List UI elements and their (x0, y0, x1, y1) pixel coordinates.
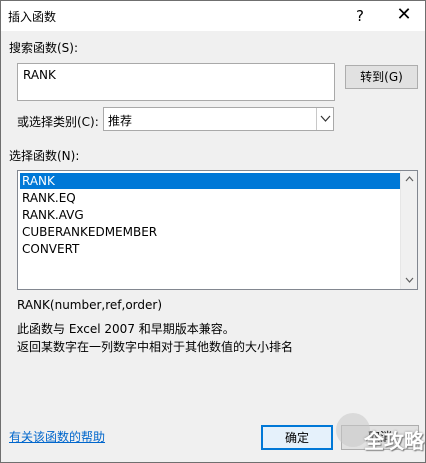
list-item[interactable]: CONVERT (20, 241, 403, 257)
close-icon[interactable]: ✕ (393, 4, 415, 26)
function-help-link[interactable]: 有关该函数的帮助 (9, 428, 105, 445)
vertical-scrollbar[interactable] (400, 171, 417, 289)
ok-button[interactable]: 确定 (261, 425, 333, 450)
search-input[interactable]: RANK (17, 63, 335, 101)
category-label: 或选择类别(C): (17, 115, 99, 129)
scroll-up-icon[interactable] (401, 171, 418, 188)
function-summary: 返回某数字在一列数字中相对于其他数值的大小排名 (17, 340, 294, 354)
insert-function-dialog: 插入函数 ? ✕ 搜索函数(S): RANK 转到(G) 或选择类别(C): 推… (0, 0, 426, 463)
function-list-label: 选择函数(N): (9, 149, 80, 163)
cancel-button[interactable]: 取消 (341, 425, 419, 450)
search-label: 搜索函数(S): (9, 41, 79, 55)
category-select[interactable]: 推荐 (103, 107, 334, 131)
function-signature: RANK(number,ref,order) (17, 298, 163, 312)
function-compat-note: 此函数与 Excel 2007 和早期版本兼容。 (17, 322, 235, 336)
help-icon[interactable]: ? (349, 5, 371, 27)
window-title: 插入函数 (8, 10, 57, 24)
list-item[interactable]: RANK.EQ (20, 190, 403, 206)
function-listbox[interactable]: RANK RANK.EQ RANK.AVG CUBERANKEDMEMBER C… (17, 170, 418, 290)
chevron-down-icon[interactable] (316, 108, 333, 130)
list-item[interactable]: RANK.AVG (20, 207, 403, 223)
go-button[interactable]: 转到(G) (345, 65, 418, 89)
list-item[interactable]: RANK (20, 173, 403, 189)
title-bar: 插入函数 ? ✕ (1, 1, 425, 31)
list-item[interactable]: CUBERANKEDMEMBER (20, 224, 403, 240)
category-value: 推荐 (108, 114, 133, 128)
scroll-down-icon[interactable] (401, 272, 418, 289)
